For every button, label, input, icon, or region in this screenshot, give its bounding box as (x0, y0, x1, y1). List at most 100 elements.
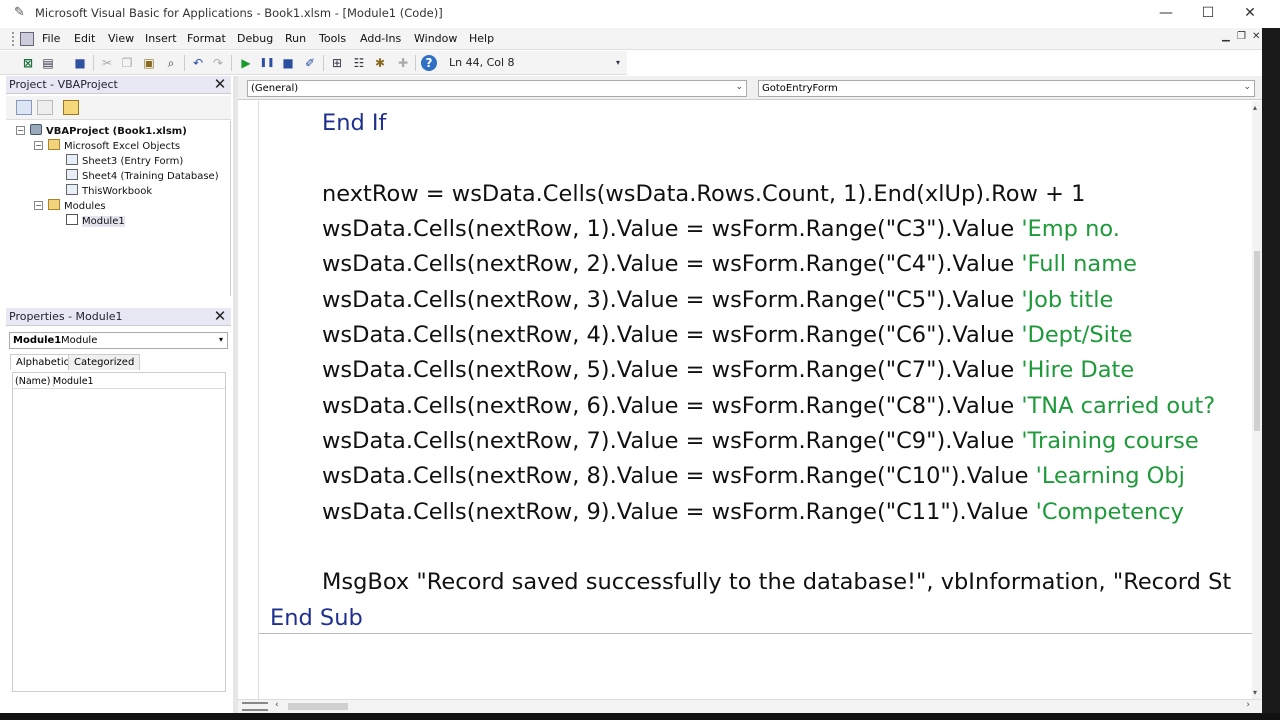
project-explorer-toolbar (6, 96, 231, 120)
scrollbar-thumb[interactable] (1254, 251, 1260, 431)
menu-grip[interactable] (12, 32, 16, 46)
tab-categorized[interactable]: Categorized (68, 354, 141, 370)
tree-node-sheet3[interactable]: Sheet3 (Entry Form) (66, 154, 183, 169)
copy-icon[interactable]: ❐ (119, 55, 135, 71)
module-code-icon[interactable] (20, 32, 34, 46)
code-comment: 'TNA carried out? (1021, 393, 1216, 419)
menu-view[interactable]: View (108, 32, 134, 45)
menu-edit[interactable]: Edit (74, 32, 95, 45)
property-key: (Name) (15, 376, 55, 387)
scroll-left-icon[interactable]: ‹ (275, 700, 279, 710)
code-editor[interactable]: End If nextRow = wsData.Cells(wsData.Row… (258, 101, 1252, 699)
break-icon[interactable]: ❚❚ (259, 55, 275, 71)
procedure-combo[interactable]: GotoEntryForm ⌄ (758, 80, 1255, 97)
properties-window-icon[interactable]: ☷ (351, 55, 367, 71)
tree-node-sheet4[interactable]: Sheet4 (Training Database) (66, 169, 219, 184)
save-icon[interactable]: ■ (72, 55, 88, 71)
menu-debug[interactable]: Debug (237, 32, 273, 45)
workbook-icon (66, 184, 78, 195)
properties-grid: (Name) Module1 (12, 372, 226, 692)
paste-icon[interactable]: ▣ (141, 55, 157, 71)
excel-icon[interactable]: ⊠ (20, 55, 36, 71)
pane-splitter[interactable] (233, 76, 238, 720)
code-comment: 'Hire Date (1021, 357, 1135, 383)
undo-icon[interactable]: ↶ (190, 55, 206, 71)
code-comment: 'Competency (1035, 499, 1184, 525)
run-icon[interactable]: ▶ (238, 55, 254, 71)
help-icon[interactable]: ? (421, 55, 437, 71)
collapse-icon[interactable]: − (34, 201, 43, 210)
tree-node-label: VBAProject (Book1.xlsm) (46, 126, 187, 137)
chevron-down-icon: ⌄ (1243, 82, 1251, 92)
properties-object-select[interactable]: Module1 Module ▾ (9, 332, 228, 349)
horizontal-scrollbar[interactable]: ‹ › (238, 699, 1262, 713)
view-mode-icon[interactable] (242, 702, 268, 711)
minimize-button[interactable]: — (1145, 2, 1187, 24)
menu-window[interactable]: Window (414, 32, 457, 45)
maximize-button[interactable]: ☐ (1187, 2, 1229, 24)
toolbox-icon[interactable]: ✚ (395, 55, 411, 71)
code-line: wsData.Cells(nextRow, 3).Value = wsForm.… (322, 285, 1113, 315)
tree-node-excel-objects[interactable]: Microsoft Excel Objects (48, 139, 180, 154)
scroll-down-icon[interactable]: ▾ (1253, 688, 1257, 697)
code-line: wsData.Cells(nextRow, 5).Value = wsForm.… (322, 355, 1134, 385)
scroll-right-icon[interactable]: › (1246, 700, 1250, 710)
scroll-up-icon[interactable]: ▴ (1253, 103, 1257, 112)
menu-insert[interactable]: Insert (145, 32, 177, 45)
code-statement: wsData.Cells(nextRow, 9).Value = wsForm.… (322, 499, 1036, 525)
screen-edge (0, 713, 1280, 720)
vertical-scrollbar[interactable]: ▴ ▾ (1252, 101, 1262, 699)
object-name: Module1 (13, 335, 62, 346)
project-tree: − VBAProject (Book1.xlsm) − Microsoft Ex… (6, 121, 231, 296)
mdi-minimize-button[interactable]: ▁ (1222, 31, 1230, 42)
code-line: End Sub (270, 605, 363, 631)
toolbar-options-icon[interactable]: ▾ (613, 55, 623, 71)
properties-close-button[interactable]: ✕ (212, 307, 228, 325)
object-browser-icon[interactable]: ✱ (372, 55, 388, 71)
object-combo[interactable]: (General) ⌄ (247, 80, 747, 97)
tree-node-thisworkbook[interactable]: ThisWorkbook (66, 184, 152, 199)
menu-run[interactable]: Run (285, 32, 306, 45)
object-combo-value: (General) (251, 83, 299, 94)
view-code-icon[interactable] (16, 100, 32, 115)
code-comment: 'Full name (1021, 251, 1137, 277)
screen-edge (1262, 28, 1280, 720)
code-comment: 'Dept/Site (1021, 322, 1133, 348)
tree-node-module1[interactable]: Module1 (66, 214, 125, 229)
code-line: nextRow = wsData.Cells(wsData.Rows.Count… (322, 181, 1086, 207)
collapse-icon[interactable]: − (16, 126, 25, 135)
property-row[interactable]: (Name) Module1 (13, 375, 225, 389)
view-object-icon[interactable] (37, 100, 53, 115)
cut-icon[interactable]: ✂ (99, 55, 115, 71)
reset-icon[interactable]: ■ (280, 55, 296, 71)
close-button[interactable]: ✕ (1229, 2, 1271, 24)
project-explorer-close-button[interactable]: ✕ (212, 75, 228, 93)
mdi-close-button[interactable]: ✕ (1252, 31, 1260, 42)
mdi-restore-button[interactable]: ❐ (1237, 31, 1246, 42)
menu-file[interactable]: File (42, 32, 60, 45)
redo-icon[interactable]: ↷ (210, 55, 226, 71)
collapse-icon[interactable]: − (34, 141, 43, 150)
menu-tools[interactable]: Tools (319, 32, 346, 45)
tree-node-label: Modules (64, 201, 106, 212)
find-icon[interactable]: ⌕ (163, 55, 179, 71)
design-mode-icon[interactable]: ✐ (302, 55, 318, 71)
code-statement: wsData.Cells(nextRow, 5).Value = wsForm.… (322, 357, 1022, 383)
menu-format[interactable]: Format (187, 32, 226, 45)
tab-alphabetic[interactable]: Alphabetic (10, 354, 76, 370)
code-line: MsgBox "Record saved successfully to the… (322, 569, 1232, 595)
project-explorer-icon[interactable]: ⊞ (329, 55, 345, 71)
tree-node-modules[interactable]: Modules (48, 199, 106, 214)
scrollbar-thumb[interactable] (288, 703, 348, 710)
menu-help[interactable]: Help (469, 32, 494, 45)
property-value[interactable]: Module1 (53, 376, 94, 387)
insert-userform-icon[interactable]: ▤ (40, 55, 56, 71)
code-comment: 'Training course (1021, 428, 1199, 454)
tree-node-vbaproject[interactable]: VBAProject (Book1.xlsm) (30, 124, 187, 139)
toggle-folders-icon[interactable] (63, 100, 79, 115)
menu-add-ins[interactable]: Add-Ins (360, 32, 401, 45)
vba-app-icon: ✎ (14, 5, 25, 20)
properties-label: Properties - Module1 (9, 310, 123, 323)
tree-node-label: Module1 (82, 216, 125, 227)
tree-node-label: Sheet3 (Entry Form) (82, 156, 184, 167)
